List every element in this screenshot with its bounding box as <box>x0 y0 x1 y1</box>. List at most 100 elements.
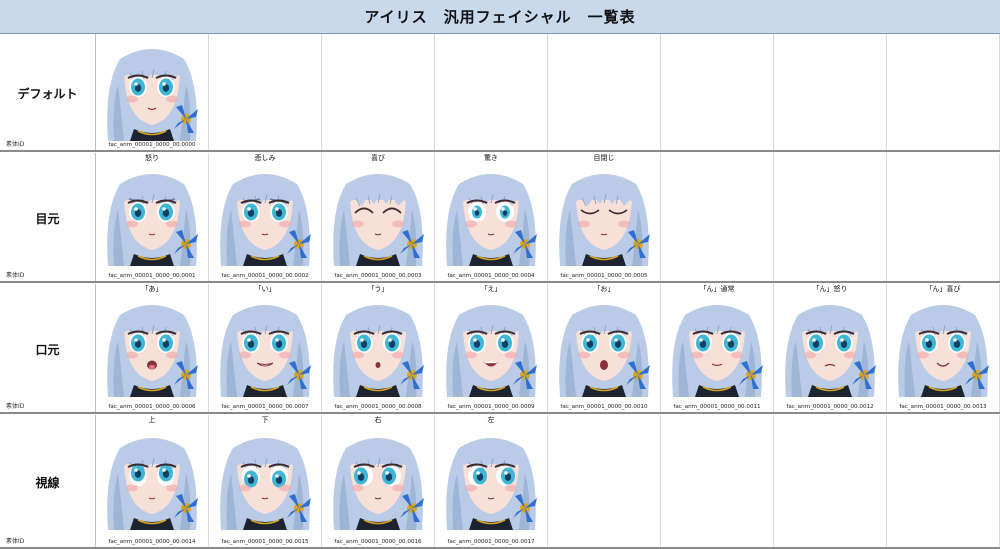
category-label: 口元 <box>35 343 60 357</box>
sheet-title: アイリス 汎用フェイシャル 一覧表 <box>0 0 1000 34</box>
animation-file-id: fac_anm_00001_0000_00.0001 <box>108 273 196 279</box>
expression-name: 怒り <box>145 154 159 162</box>
facial-expression-image <box>220 305 311 397</box>
expression-name: 下 <box>261 416 269 424</box>
facial-cell: 「ん」通常 fac_anm_00001_0000_00.0011 <box>661 284 774 412</box>
facial-cell: 左 fac_anm_00001_0000_00.0017 <box>435 415 548 547</box>
facial-cell: 「う」 fac_anm_00001_0000_00.0008 <box>322 284 435 412</box>
facial-cell: 「え」 fac_anm_00001_0000_00.0009 <box>435 284 548 412</box>
facial-expression-image <box>107 174 198 266</box>
category-cell: デフォルト素体ID <box>0 34 96 150</box>
animation-file-id: fac_anm_00001_0000_00.0012 <box>786 404 874 410</box>
base-id-label: 素体ID <box>6 403 25 410</box>
empty-cell <box>774 153 887 281</box>
expression-name: 「う」 <box>367 285 389 293</box>
facial-expression-image <box>107 49 198 141</box>
facial-row: 目元 素体ID 怒り fac_anm_00001_0000_00.0001 悲しみ <box>0 153 1000 283</box>
facial-expression-image <box>333 174 424 266</box>
facial-cell: 喜び fac_anm_00001_0000_00.0003 <box>322 153 435 281</box>
expression-name: 「あ」 <box>141 285 163 293</box>
expression-name: 「お」 <box>593 285 615 293</box>
animation-file-id: fac_anm_00001_0000_00.0017 <box>447 539 535 545</box>
empty-cell <box>774 415 887 547</box>
animation-file-id: fac_anm_00001_0000_00.0000 <box>108 142 196 148</box>
facial-expression-image <box>446 305 537 397</box>
empty-cell <box>209 34 322 150</box>
facial-cell: 目閉じ fac_anm_00001_0000_00.0005 <box>548 153 661 281</box>
facial-row: 口元 素体ID 「あ」 fac_anm_00001_0000_00.0006 「い」 <box>0 284 1000 414</box>
facial-row: 視線 素体ID 上 fac_anm_00001_0000_00.0014 下 f… <box>0 415 1000 549</box>
animation-file-id: fac_anm_00001_0000_00.0003 <box>334 273 422 279</box>
expression-name: 「い」 <box>254 285 276 293</box>
expression-name: 左 <box>487 416 495 424</box>
expression-name <box>96 34 208 45</box>
category-cell: 目元素体ID <box>0 153 96 281</box>
facial-expression-image <box>446 438 537 530</box>
facial-cell: 「ん」怒り fac_anm_00001_0000_00.0012 <box>774 284 887 412</box>
animation-file-id: fac_anm_00001_0000_00.0004 <box>447 273 535 279</box>
empty-cell <box>887 34 1000 150</box>
facial-expression-image <box>785 305 876 397</box>
empty-cell <box>661 153 774 281</box>
expression-name: 「え」 <box>480 285 502 293</box>
facial-cell: 右 fac_anm_00001_0000_00.0016 <box>322 415 435 547</box>
facial-cell: 「い」 fac_anm_00001_0000_00.0007 <box>209 284 322 412</box>
animation-file-id: fac_anm_00001_0000_00.0006 <box>108 404 196 410</box>
empty-cell <box>661 34 774 150</box>
facial-row: デフォルト素体ID fac_anm_00001_0000_00.0000 <box>0 34 1000 152</box>
category-label: デフォルト <box>17 87 78 101</box>
facial-expression-image <box>672 305 763 397</box>
empty-cell <box>322 34 435 150</box>
facial-expression-image <box>559 305 650 397</box>
facial-cell: 「ん」喜び fac_anm_00001_0000_00.0013 <box>887 284 1000 412</box>
empty-cell <box>548 415 661 547</box>
animation-file-id: fac_anm_00001_0000_00.0005 <box>560 273 648 279</box>
animation-file-id: fac_anm_00001_0000_00.0002 <box>221 273 309 279</box>
animation-file-id: fac_anm_00001_0000_00.0011 <box>673 404 761 410</box>
facial-cell: fac_anm_00001_0000_00.0000 <box>96 34 209 150</box>
empty-cell <box>887 415 1000 547</box>
facial-cell: 悲しみ fac_anm_00001_0000_00.0002 <box>209 153 322 281</box>
expression-name: 悲しみ <box>254 154 276 162</box>
animation-file-id: fac_anm_00001_0000_00.0014 <box>108 539 196 545</box>
expression-name: 「ん」怒り <box>812 285 848 293</box>
animation-file-id: fac_anm_00001_0000_00.0015 <box>221 539 309 545</box>
facial-expression-image <box>107 438 198 530</box>
facial-expression-image <box>559 174 650 266</box>
animation-file-id: fac_anm_00001_0000_00.0016 <box>334 539 422 545</box>
base-id-label: 素体ID <box>6 141 25 148</box>
facial-cell: 「お」 fac_anm_00001_0000_00.0010 <box>548 284 661 412</box>
facial-cell: 下 fac_anm_00001_0000_00.0015 <box>209 415 322 547</box>
category-label: 視線 <box>35 476 60 490</box>
facial-expression-image <box>220 438 311 530</box>
animation-file-id: fac_anm_00001_0000_00.0007 <box>221 404 309 410</box>
facial-expression-image <box>333 438 424 530</box>
facial-cell: 上 fac_anm_00001_0000_00.0014 <box>96 415 209 547</box>
empty-cell <box>661 415 774 547</box>
facial-cell: 「あ」 fac_anm_00001_0000_00.0006 <box>96 284 209 412</box>
facial-expression-image <box>333 305 424 397</box>
empty-cell <box>774 34 887 150</box>
empty-cell <box>548 34 661 150</box>
base-id-label: 素体ID <box>6 538 25 545</box>
expression-name: 「ん」喜び <box>925 285 961 293</box>
expression-name: 喜び <box>371 154 385 162</box>
expression-name: 右 <box>374 416 382 424</box>
empty-cell <box>887 153 1000 281</box>
facial-list-sheet: アイリス 汎用フェイシャル 一覧表 デフォルト素体ID fac_anm_0000… <box>0 0 1000 549</box>
expression-name: 上 <box>148 416 156 424</box>
expression-name: 驚き <box>484 154 498 162</box>
facial-expression-image <box>898 305 989 397</box>
facial-expression-image <box>446 174 537 266</box>
category-label: 目元 <box>35 212 60 226</box>
facial-expression-image <box>220 174 311 266</box>
animation-file-id: fac_anm_00001_0000_00.0009 <box>447 404 535 410</box>
category-cell: 視線素体ID <box>0 415 96 547</box>
animation-file-id: fac_anm_00001_0000_00.0013 <box>899 404 987 410</box>
animation-file-id: fac_anm_00001_0000_00.0008 <box>334 404 422 410</box>
empty-cell <box>435 34 548 150</box>
facial-expression-image <box>107 305 198 397</box>
facial-cell: 怒り fac_anm_00001_0000_00.0001 <box>96 153 209 281</box>
category-cell: 口元素体ID <box>0 284 96 412</box>
base-id-label: 素体ID <box>6 272 25 279</box>
